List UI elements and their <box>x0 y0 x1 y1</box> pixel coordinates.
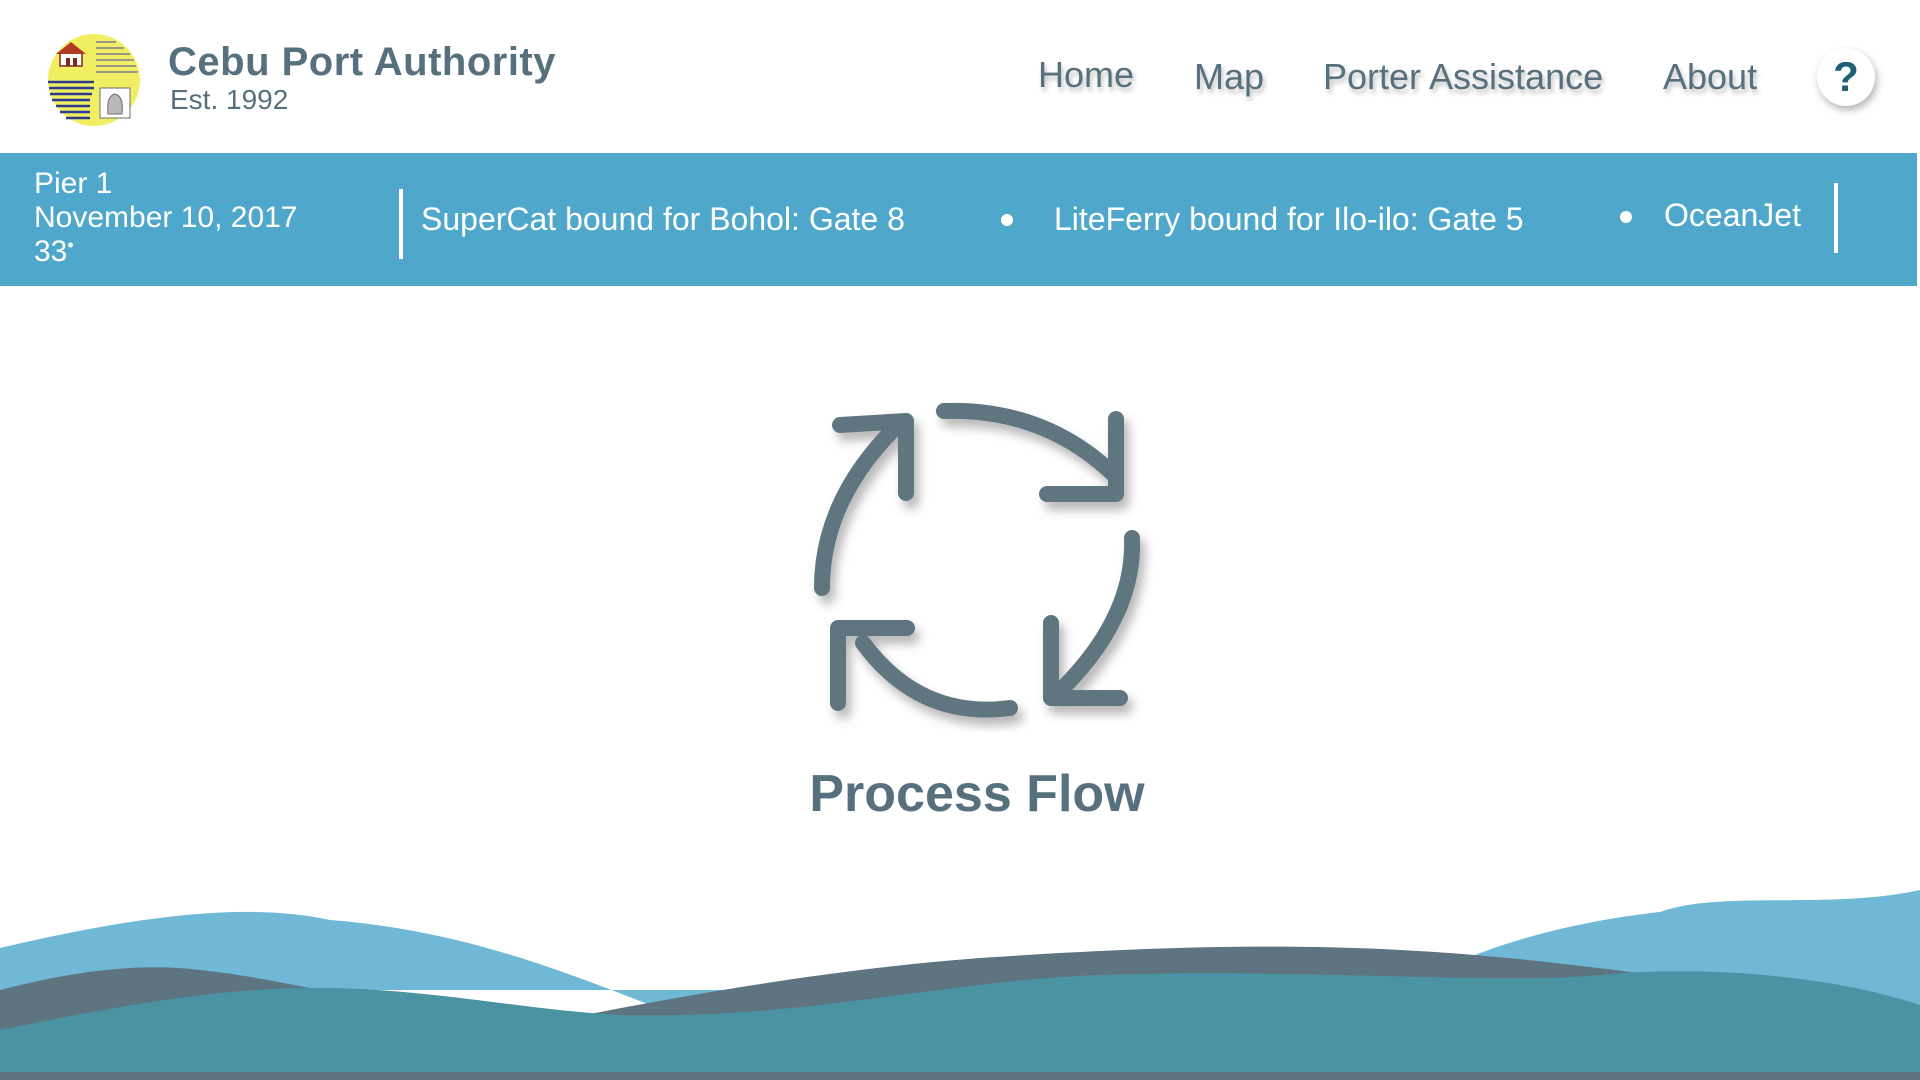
question-mark-icon: ? <box>1833 53 1859 100</box>
port-authority-logo[interactable] <box>44 30 144 130</box>
wave-decoration <box>0 890 1920 1080</box>
ticker-item: OceanJet <box>1664 197 1801 233</box>
brand-title: Cebu Port Authority <box>168 40 556 84</box>
page: Cebu Port Authority Est. 1992 Home Map P… <box>0 0 1920 1080</box>
ticker-divider-left <box>399 189 403 259</box>
ticker-divider-right <box>1834 183 1838 253</box>
help-button[interactable]: ? <box>1817 48 1875 106</box>
nav-about[interactable]: About <box>1663 56 1757 98</box>
info-bar: Pier 1 November 10, 2017 33• SuperCat bo… <box>0 153 1917 286</box>
nav-map[interactable]: Map <box>1194 56 1264 98</box>
header: Cebu Port Authority Est. 1992 Home Map P… <box>0 0 1920 153</box>
current-date: November 10, 2017 <box>34 201 298 234</box>
ticker-separator <box>1620 211 1632 223</box>
pier-info: Pier 1 November 10, 2017 33• <box>34 167 298 269</box>
brand-established: Est. 1992 <box>170 84 289 115</box>
refresh-cycle-icon[interactable] <box>800 393 1160 733</box>
temperature: 33• <box>34 235 298 269</box>
nav-porter-assistance[interactable]: Porter Assistance <box>1323 56 1603 98</box>
ticker-separator <box>1001 214 1013 226</box>
pier-name: Pier 1 <box>34 167 113 200</box>
ticker-item: SuperCat bound for Bohol: Gate 8 <box>421 201 905 237</box>
nav-home[interactable]: Home <box>1038 54 1134 96</box>
degree-symbol: • <box>67 235 74 255</box>
ticker-item: LiteFerry bound for Ilo-ilo: Gate 5 <box>1054 201 1524 237</box>
temperature-value: 33 <box>34 235 68 268</box>
process-flow-label[interactable]: Process Flow <box>0 764 1920 824</box>
